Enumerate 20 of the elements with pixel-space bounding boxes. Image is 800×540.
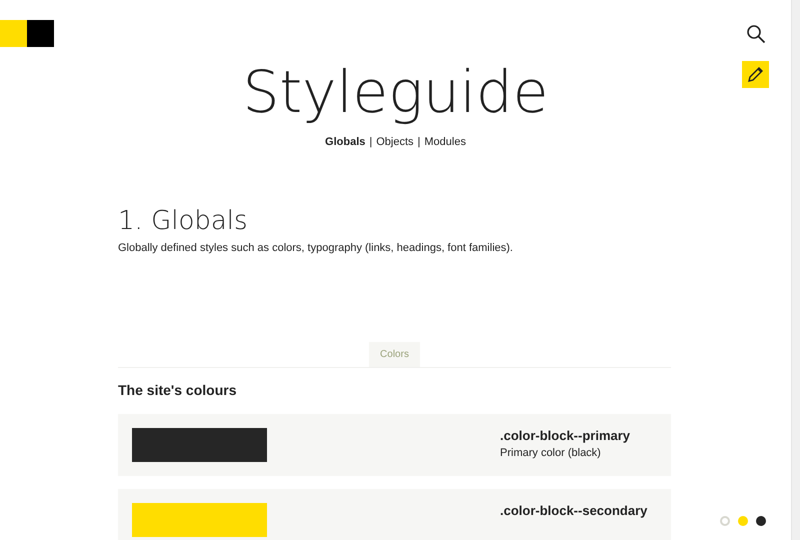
nav-link[interactable]: Globals <box>325 136 366 148</box>
section-description: Globally defined styles such as colors, typography (links, headings, font families). <box>118 242 514 254</box>
nav-link[interactable]: Modules <box>424 136 466 148</box>
logo[interactable] <box>0 20 54 47</box>
class-name: .color-block--secondary <box>500 503 648 518</box>
subheading: The site's colours <box>118 382 238 398</box>
section-heading: 1. Globals <box>118 206 249 236</box>
color-description: Primary color (black) <box>500 447 602 459</box>
theme-dot[interactable] <box>738 516 748 526</box>
scrollbar[interactable] <box>791 0 800 540</box>
nav-link[interactable]: Objects <box>376 136 414 148</box>
theme-dot[interactable] <box>720 516 730 526</box>
class-name: .color-block--primary <box>500 428 630 443</box>
edit-button[interactable] <box>742 61 769 88</box>
nav-separator: | <box>418 136 420 148</box>
pencil-icon <box>747 66 764 83</box>
theme-dot[interactable] <box>756 516 766 526</box>
search-icon <box>746 24 766 44</box>
nav-separator: | <box>369 136 372 148</box>
page-title: Styleguide <box>242 58 548 126</box>
